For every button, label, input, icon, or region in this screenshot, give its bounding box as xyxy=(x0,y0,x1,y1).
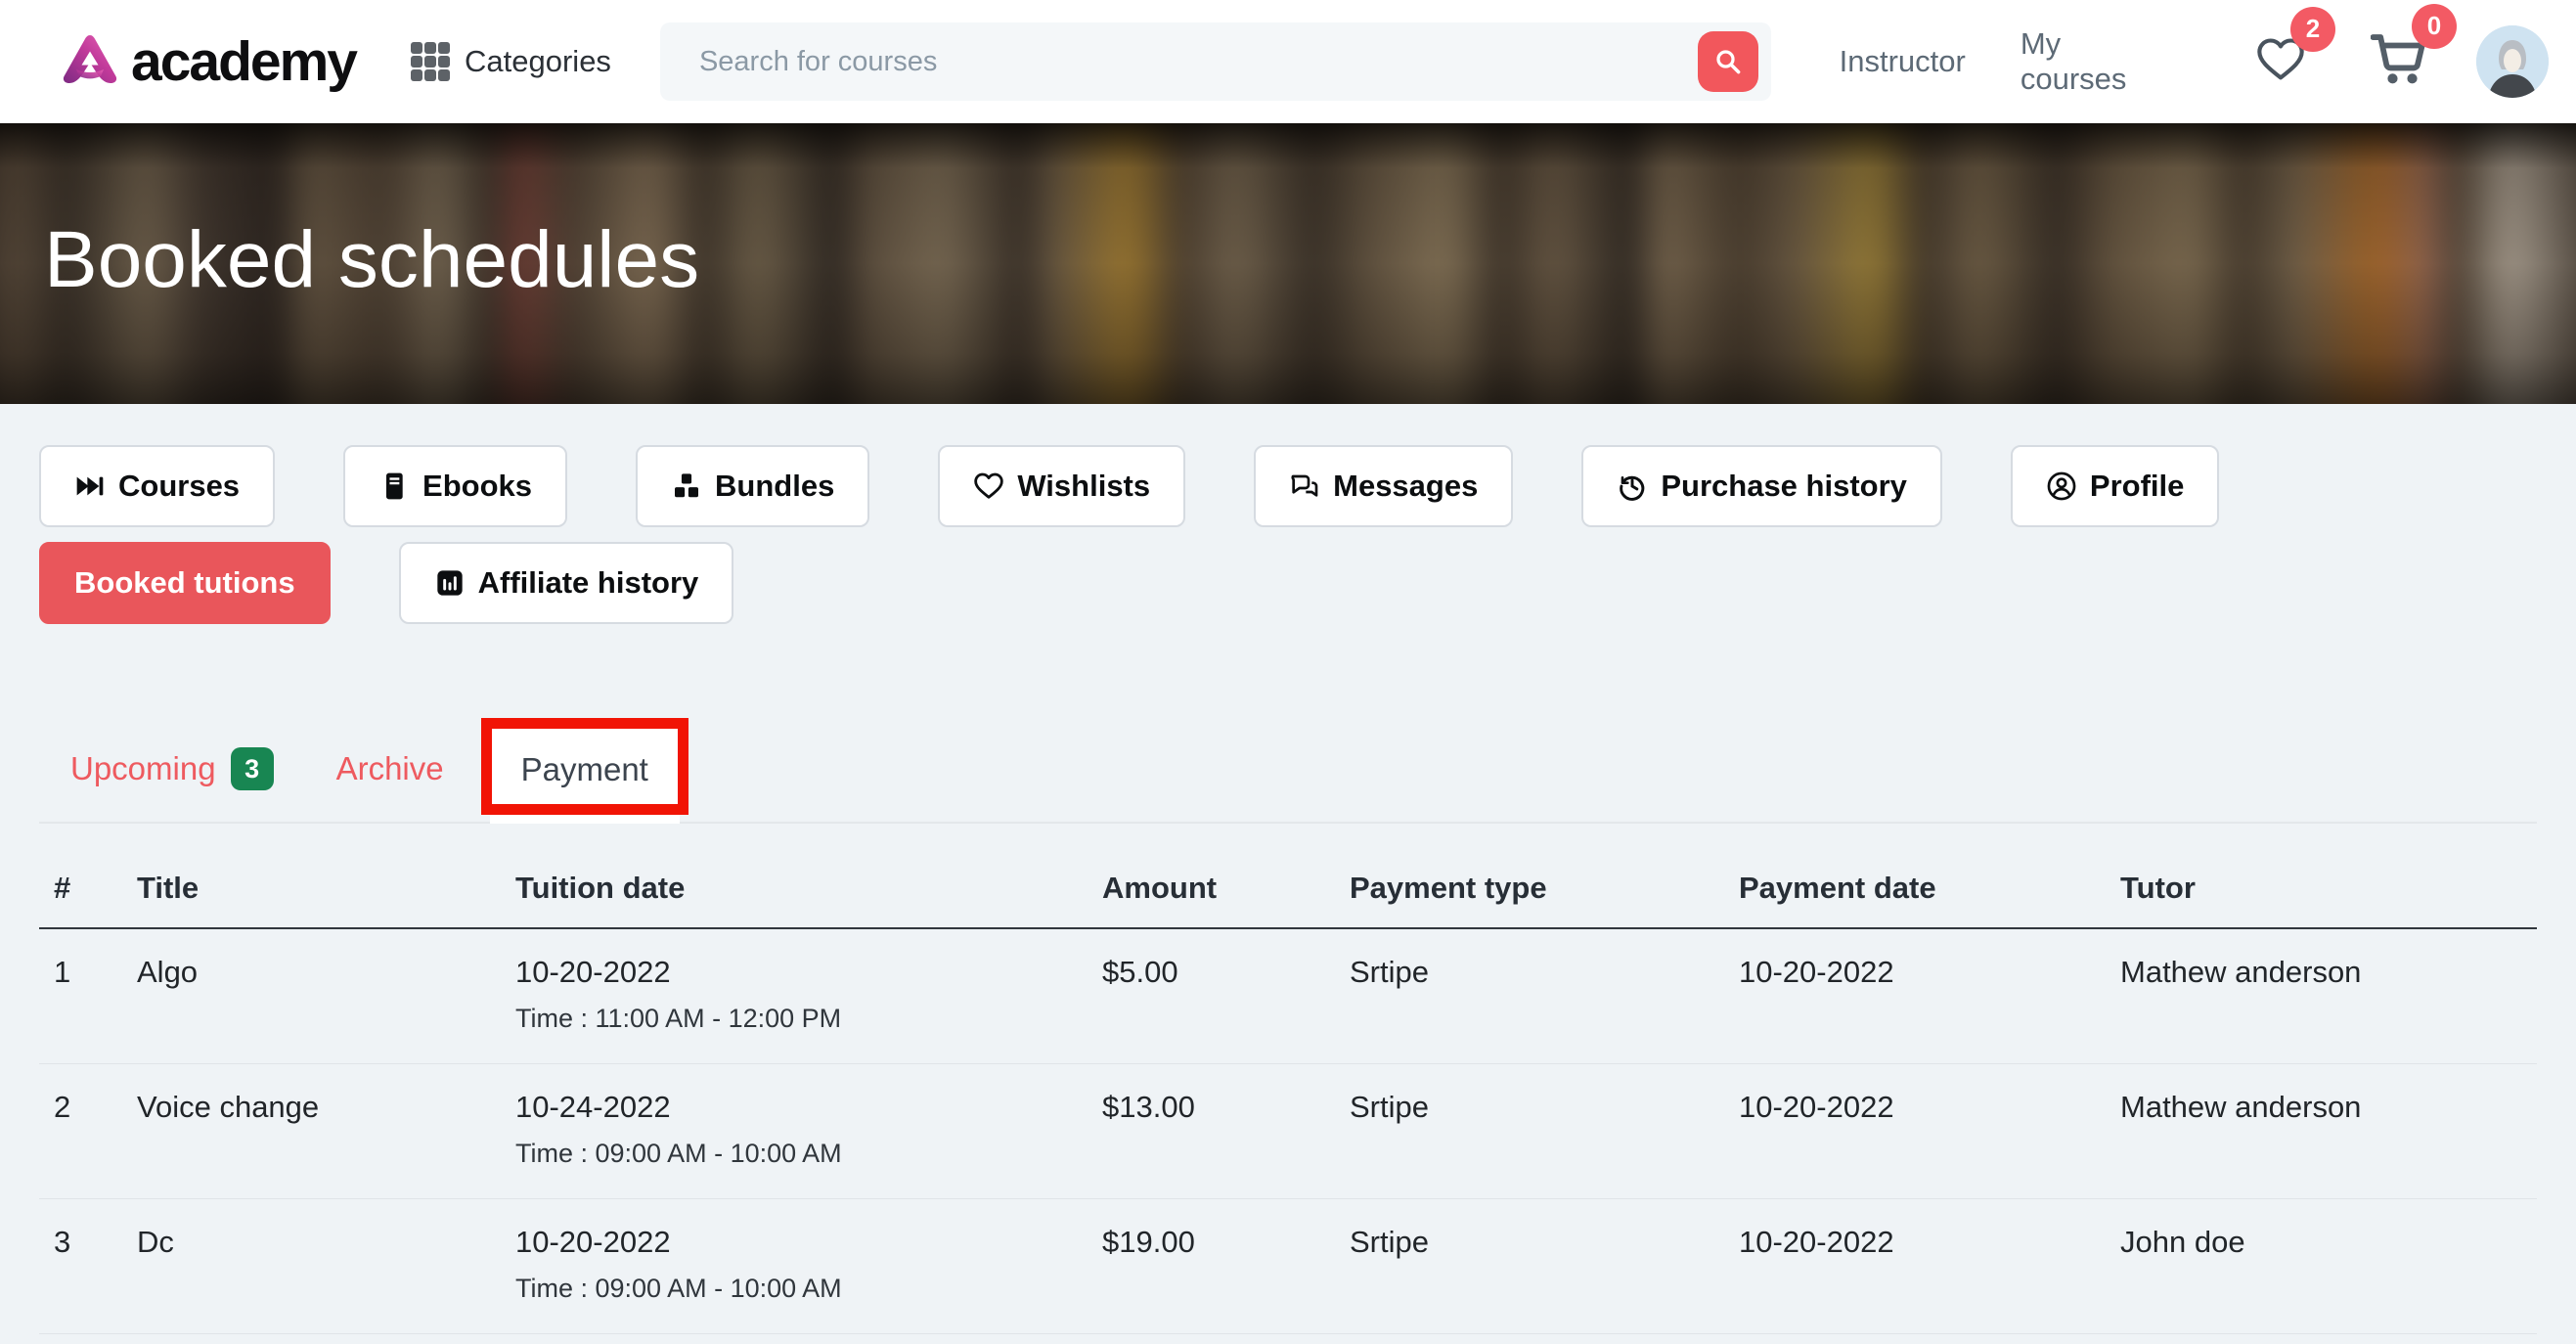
menu-button-label: Wishlists xyxy=(1017,469,1151,503)
col-header-tutor: Tutor xyxy=(2106,845,2537,929)
categories-menu[interactable]: Categories xyxy=(411,42,611,81)
cell-num: 2 xyxy=(39,1063,122,1199)
menu-button-label: Affiliate history xyxy=(477,565,699,600)
menu-button-label: Purchase history xyxy=(1661,469,1907,503)
cell-payment-date: 10-20-2022 xyxy=(1724,1198,2106,1334)
cell-title: Voice change xyxy=(122,1063,501,1199)
cell-title: Dc xyxy=(122,1198,501,1334)
schedule-tabs: Upcoming 3 Archive Payment xyxy=(39,718,2537,824)
menu-button-ebooks[interactable]: Ebooks xyxy=(343,445,568,527)
tab-archive-label: Archive xyxy=(335,750,444,786)
tuition-time: Time : 09:00 AM - 10:00 AM xyxy=(515,1139,842,1168)
search-input[interactable] xyxy=(659,22,1736,101)
col-header-title: Title xyxy=(122,845,501,929)
cell-amount: $13.00 xyxy=(1088,1063,1335,1199)
menu-button-label: Ebooks xyxy=(422,469,533,503)
cell-tuition-date: 10-24-2022 Time : 09:00 AM - 10:00 AM xyxy=(501,1063,1088,1199)
bar-chart-icon xyxy=(434,567,466,599)
boxes-icon xyxy=(671,470,702,502)
menu-button-bundles[interactable]: Bundles xyxy=(636,445,870,527)
hero-banner: Booked schedules xyxy=(0,123,2576,404)
menu-button-label: Messages xyxy=(1333,469,1479,503)
col-header-payment-type: Payment type xyxy=(1335,845,1724,929)
cell-payment-type: Srtipe xyxy=(1335,1063,1724,1199)
person-circle-icon xyxy=(2046,470,2077,502)
tuition-time: Time : 09:00 AM - 10:00 AM xyxy=(515,1274,842,1303)
menu-button-booked-tutions[interactable]: Booked tutions xyxy=(39,542,331,624)
table-row: 2 Voice change 10-24-2022 Time : 09:00 A… xyxy=(39,1063,2537,1199)
avatar-person-icon xyxy=(2476,25,2549,98)
cell-payment-type: Srtipe xyxy=(1335,928,1724,1064)
skip-forward-icon xyxy=(74,470,106,502)
table-header-row: # Title Tuition date Amount Payment type… xyxy=(39,845,2537,929)
tab-payment-label: Payment xyxy=(520,751,648,787)
payments-table: # Title Tuition date Amount Payment type… xyxy=(39,845,2537,1334)
tuition-date: 10-20-2022 xyxy=(515,1225,671,1259)
academy-logo-icon xyxy=(63,35,117,84)
tuition-date: 10-24-2022 xyxy=(515,1090,671,1124)
table-row: 1 Algo 10-20-2022 Time : 11:00 AM - 12:0… xyxy=(39,928,2537,1064)
wishlist-count-badge: 2 xyxy=(2290,6,2335,52)
menu-button-messages[interactable]: Messages xyxy=(1254,445,1514,527)
cell-tutor: Mathew anderson xyxy=(2106,928,2537,1064)
cell-tutor: Mathew anderson xyxy=(2106,1063,2537,1199)
cart-count-badge: 0 xyxy=(2412,3,2457,49)
tab-payment[interactable]: Payment xyxy=(489,718,680,824)
cell-title: Algo xyxy=(122,928,501,1064)
brand-logo[interactable]: academy xyxy=(59,29,358,94)
cell-num: 1 xyxy=(39,928,122,1064)
menu-button-label: Booked tutions xyxy=(74,565,295,600)
cell-tutor: John doe xyxy=(2106,1198,2537,1334)
nav-link-my-courses[interactable]: My courses xyxy=(2021,26,2165,97)
tab-upcoming[interactable]: Upcoming 3 xyxy=(39,718,305,822)
cell-num: 3 xyxy=(39,1198,122,1334)
cell-amount: $19.00 xyxy=(1088,1198,1335,1334)
cell-payment-date: 10-20-2022 xyxy=(1724,1063,2106,1199)
menu-button-label: Profile xyxy=(2089,469,2185,503)
search-icon xyxy=(1716,50,1741,74)
categories-label: Categories xyxy=(465,44,611,78)
payments-table-container: # Title Tuition date Amount Payment type… xyxy=(39,845,2537,1334)
tuition-time: Time : 11:00 AM - 12:00 PM xyxy=(515,1004,842,1033)
cell-payment-type: Srtipe xyxy=(1335,1198,1724,1334)
account-menu: Courses Ebooks Bundles Wishlists Message… xyxy=(0,404,2576,624)
menu-button-wishlists[interactable]: Wishlists xyxy=(938,445,1186,527)
cell-amount: $5.00 xyxy=(1088,928,1335,1064)
search-button[interactable] xyxy=(1697,31,1758,92)
heart-outline-icon xyxy=(973,470,1004,502)
wishlist-button[interactable]: 2 xyxy=(2255,6,2335,88)
tab-upcoming-label: Upcoming xyxy=(70,750,216,786)
menu-button-profile[interactable]: Profile xyxy=(2010,445,2220,527)
menu-button-courses[interactable]: Courses xyxy=(39,445,276,527)
col-header-num: # xyxy=(39,845,122,929)
brand-name: academy xyxy=(131,30,358,93)
cell-tuition-date: 10-20-2022 Time : 09:00 AM - 10:00 AM xyxy=(501,1198,1088,1334)
upcoming-count-badge: 3 xyxy=(230,747,274,790)
menu-button-label: Courses xyxy=(118,469,241,503)
table-row: 3 Dc 10-20-2022 Time : 09:00 AM - 10:00 … xyxy=(39,1198,2537,1334)
chat-icon xyxy=(1289,470,1320,502)
search-bar xyxy=(659,22,1771,101)
nav-link-instructor[interactable]: Instructor xyxy=(1840,44,1966,79)
tuition-date: 10-20-2022 xyxy=(515,955,671,989)
cart-button[interactable]: 0 xyxy=(2370,3,2457,91)
book-icon xyxy=(378,470,410,502)
grid-icon xyxy=(411,42,451,81)
col-header-tuition-date: Tuition date xyxy=(501,845,1088,929)
menu-button-label: Bundles xyxy=(715,469,835,503)
history-icon xyxy=(1617,470,1648,502)
cell-payment-date: 10-20-2022 xyxy=(1724,928,2106,1064)
tab-archive[interactable]: Archive xyxy=(305,718,475,822)
avatar[interactable] xyxy=(2476,25,2549,98)
menu-button-affiliate-history[interactable]: Affiliate history xyxy=(398,542,734,624)
cell-tuition-date: 10-20-2022 Time : 11:00 AM - 12:00 PM xyxy=(501,928,1088,1064)
col-header-payment-date: Payment date xyxy=(1724,845,2106,929)
top-navbar: academy Categories Instructor My courses… xyxy=(0,0,2576,123)
menu-button-purchase-history[interactable]: Purchase history xyxy=(1581,445,1942,527)
col-header-amount: Amount xyxy=(1088,845,1335,929)
page-title: Booked schedules xyxy=(44,214,700,304)
